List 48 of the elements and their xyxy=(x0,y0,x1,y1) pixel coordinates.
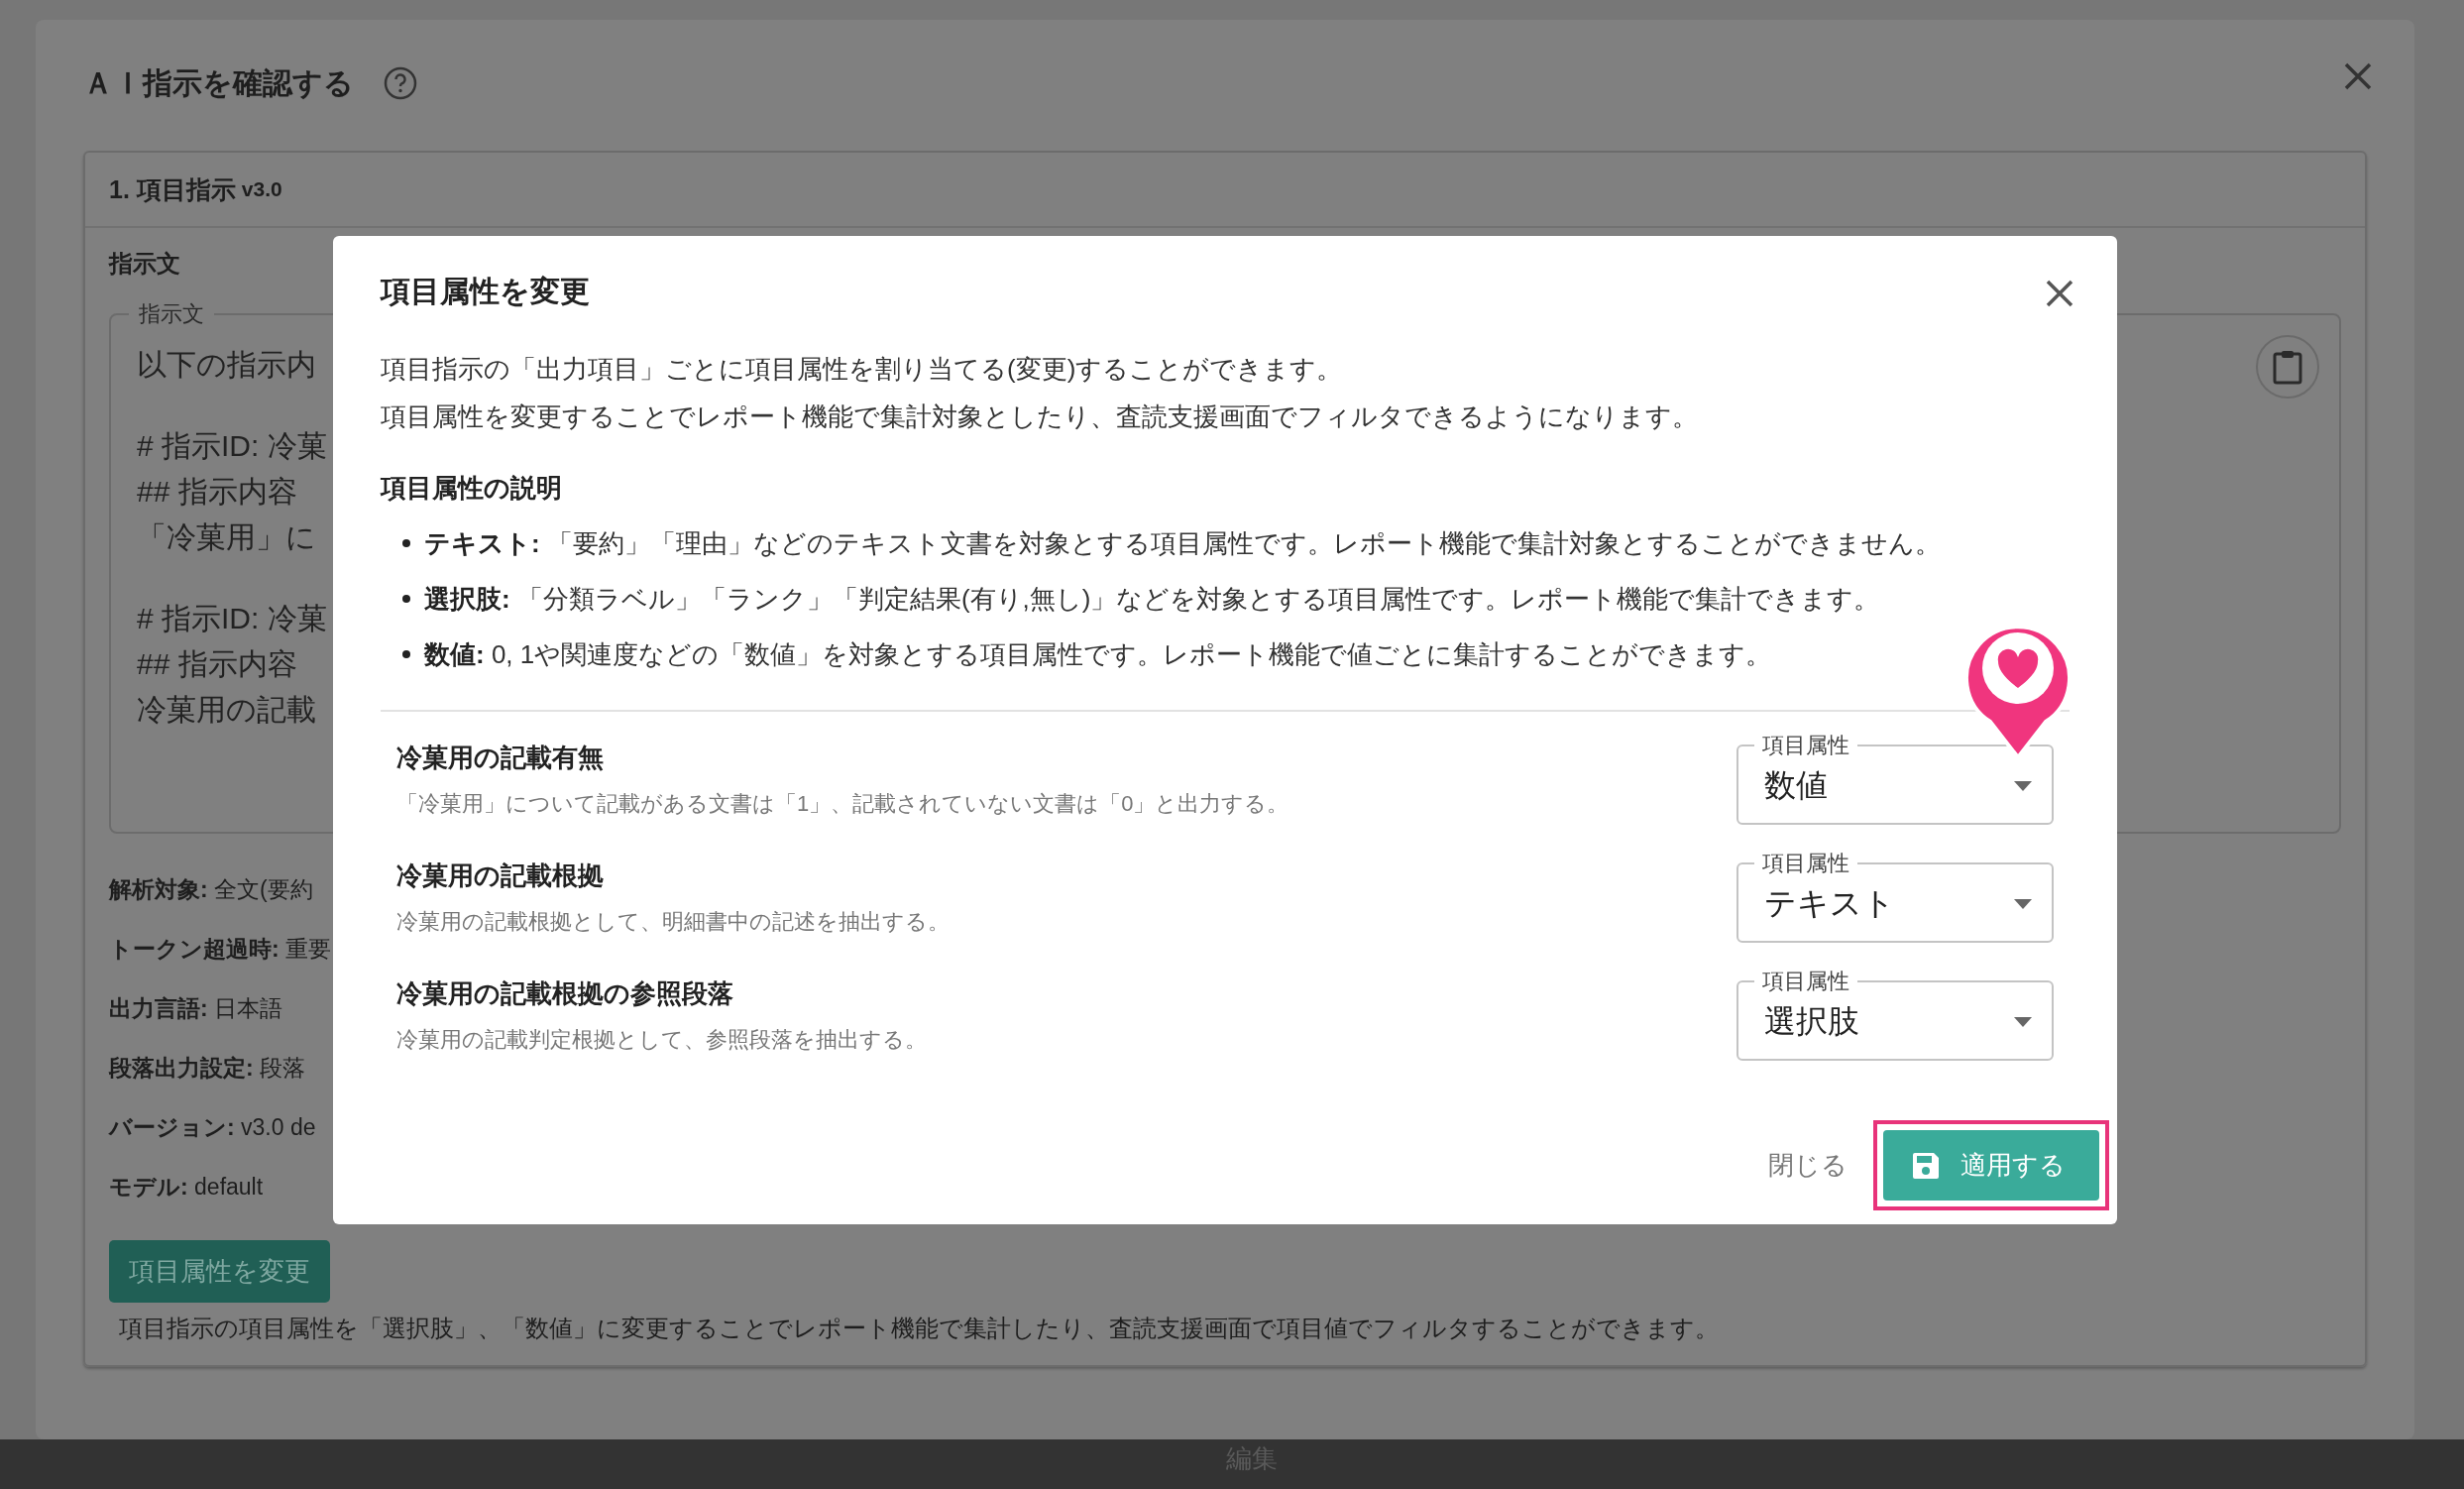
item-name: 冷菓用の記載根拠 xyxy=(396,859,605,892)
close-button[interactable] xyxy=(2343,61,2373,91)
instruction-line: 以下の指示内 xyxy=(137,347,316,383)
modal-title: 項目属性を変更 xyxy=(381,274,590,309)
item-description: 「冷菓用」について記載がある文書は「1」、記載されていない文書は「0」と出力する。 xyxy=(396,789,1289,818)
bullet-icon xyxy=(402,650,410,658)
instruction-line: 冷菓用の記載 xyxy=(137,692,316,728)
attribute-select[interactable]: 項目属性 テキスト xyxy=(1736,852,2054,943)
detail-text: バージョン: v3.0 de xyxy=(109,1113,316,1142)
dialog-title: ＡＩ指示を確認する xyxy=(83,64,354,101)
bullet-icon xyxy=(402,595,410,603)
field-label: 項目属性 xyxy=(1761,970,1850,993)
note-text: 項目指示の項目属性を「選択肢」、「数値」に変更することでレポート機能で集計したり、査読支援画面で項目値でフィルタすることができます。 xyxy=(119,1314,1720,1343)
detail-text: 解析対象: 全文(要約 xyxy=(109,875,313,904)
description-text: 項目指示の「出力項目」ごとに項目属性を割り当てる(変更)することができます。 xyxy=(381,353,1344,385)
instruction-line: ## 指示内容 xyxy=(137,646,297,682)
detail-text: モデル: default xyxy=(109,1173,264,1202)
detail-text: トークン超過時: 重要 xyxy=(109,935,332,964)
field-label: 項目属性 xyxy=(1761,734,1850,757)
clipboard-icon xyxy=(2273,349,2302,385)
version-label: v3.0 xyxy=(241,177,282,201)
instruction-line: # 指示ID: 冷菓 xyxy=(137,428,327,464)
description-text: 項目属性を変更することでレポート機能で集計対象としたり、査読支援画面でフィルタできるようになります。 xyxy=(381,401,1699,432)
explanation-text: テキスト: 「要約」「理由」などのテキスト文書を対象とする項目属性です。レポート機能で集計対象とすることができません。 xyxy=(424,527,1941,559)
item-name: 冷菓用の記載根拠の参照段落 xyxy=(396,976,734,1010)
item-description: 冷菓用の記載判定根拠として、参照段落を抽出する。 xyxy=(396,1025,927,1054)
detail-text: 段落出力設定: 段落 xyxy=(109,1054,306,1083)
help-icon[interactable] xyxy=(384,66,417,100)
instruction-line: # 指示ID: 冷菓 xyxy=(137,601,327,636)
card-heading: 1. 項目指示 xyxy=(109,173,236,205)
item-name: 冷菓用の記載有無 xyxy=(396,741,605,774)
explanation-text: 選択肢: 「分類ラベル」「ランク」「判定結果(有り,無し)」などを対象とする項目属性です。レポート機能で集計できます。 xyxy=(424,583,1880,615)
field-label: 項目属性 xyxy=(1761,852,1850,875)
item-description: 冷菓用の記載根拠として、明細書中の記述を抽出する。 xyxy=(396,907,950,936)
close-text-button[interactable]: 閉じる xyxy=(1756,1138,1859,1193)
bullet-icon xyxy=(402,539,410,547)
close-button[interactable] xyxy=(2046,280,2073,307)
caret-icon xyxy=(2014,781,2032,791)
section-heading: 項目属性の説明 xyxy=(381,472,562,505)
detail-text: 出力言語: 日本語 xyxy=(109,994,283,1023)
explanation-text: 数値: 0, 1や関連度などの「数値」を対象とする項目属性です。レポート機能で値ごとに集計することができます。 xyxy=(424,638,1772,670)
section-label: 指示文 xyxy=(109,249,181,279)
save-icon xyxy=(1911,1150,1941,1181)
caret-icon xyxy=(2014,1017,2032,1027)
instruction-line: ## 指示内容 xyxy=(137,474,297,510)
caret-icon xyxy=(2014,899,2032,909)
instruction-line: 「冷菓用」に xyxy=(137,519,316,555)
attribute-select[interactable]: 項目属性 選択肢 xyxy=(1736,970,2054,1061)
